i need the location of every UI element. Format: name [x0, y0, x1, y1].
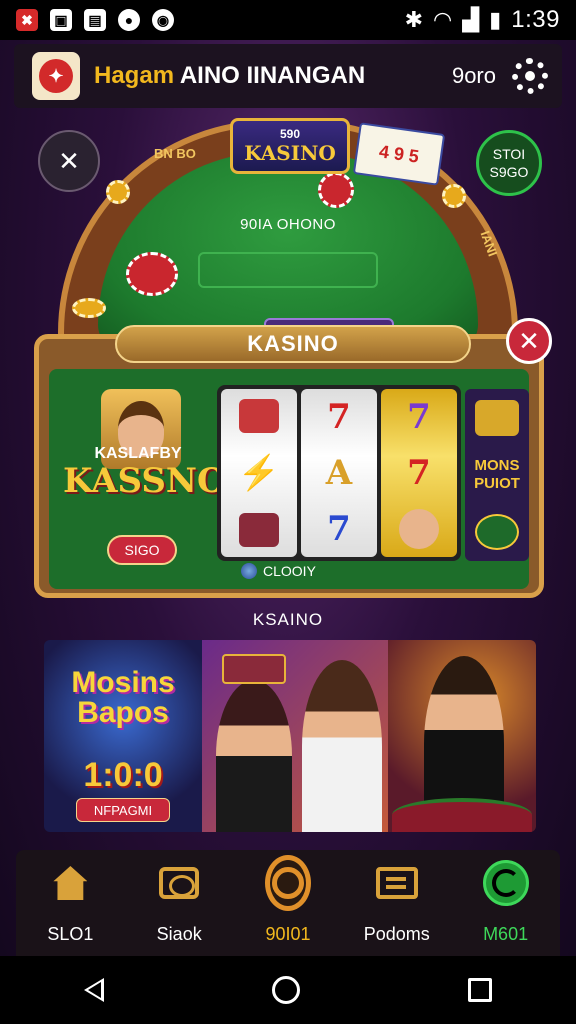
top-hat-icon: [222, 654, 286, 684]
nav-label: SLO1: [47, 924, 94, 944]
system-status: ✱ ◠ ▟ ▮ 1:39: [405, 6, 560, 34]
close-button[interactable]: ✕: [506, 318, 552, 364]
table-rim-label-right: IANI: [477, 228, 501, 259]
slot-inner: KASLAFBY KASSNO SIGO ⚡ 7 A 7 7 7 MONS PU…: [49, 369, 529, 589]
crown-symbol-icon: [239, 399, 279, 433]
tools-button[interactable]: ✕: [38, 130, 100, 192]
close-icon: ✕: [518, 325, 540, 356]
app-header: ✦ Hagam AINO IINANGAN 9oro: [14, 44, 562, 108]
kasino-badge[interactable]: 590 KASINO: [230, 118, 350, 174]
reel-symbol: ⚡: [237, 453, 281, 493]
section-title: KSAINO: [252, 610, 324, 629]
app-title: Hagam AINO IINANGAN: [94, 62, 366, 89]
recent-apps-icon[interactable]: [468, 978, 492, 1002]
gear-icon[interactable]: [512, 58, 548, 94]
bottom-navigation: SLO1 Siaok 90I01 Podoms M601: [16, 850, 560, 956]
reel-symbol: A: [325, 453, 353, 493]
battery-icon: ▮: [489, 7, 502, 32]
wrench-icon: ✕: [58, 145, 80, 176]
signal-icon: ▟: [462, 7, 480, 32]
treasure-icon: [475, 399, 519, 436]
character-symbol-icon: [399, 509, 439, 549]
dealer-image: [216, 680, 292, 832]
promo-button[interactable]: SIGO: [107, 535, 177, 565]
nav-item-refresh[interactable]: M601: [456, 860, 556, 945]
table-felt-text: 90IA OHONO: [240, 216, 336, 233]
game-card-bonus[interactable]: Mosins Bapos 1:0:0 NFPAGMI: [44, 640, 202, 832]
slot-title: KASINO: [115, 325, 471, 363]
gold-chip-icon: [106, 180, 130, 204]
slot-status: CLOOIY: [241, 563, 316, 579]
wifi-icon: ◠: [433, 7, 453, 32]
clock: 1:39: [511, 6, 560, 33]
refresh-icon: [482, 860, 529, 906]
roulette-table: [392, 798, 532, 832]
bonus-label: MONS PUIOT: [474, 456, 520, 492]
nav-label: 90I01: [265, 924, 311, 944]
nav-label: Podoms: [363, 924, 430, 944]
reel-symbol: 7: [407, 453, 431, 493]
nav-item-box[interactable]: Siaok: [129, 860, 229, 945]
back-icon[interactable]: [84, 978, 104, 1002]
reel-2: 7 A 7: [301, 389, 377, 557]
game-play-button[interactable]: NFPAGMI: [76, 798, 170, 822]
bluetooth-icon: ✱: [404, 7, 424, 32]
image-icon: ▣: [50, 9, 72, 31]
screen: ✖ ▣ ▤ ● ◉ ✱ ◠ ▟ ▮ 1:39 ✦ Hagam AINO IINA…: [0, 0, 576, 1024]
reel-symbol: 7: [327, 397, 351, 437]
reel-3: 7 7: [381, 389, 457, 557]
card-icon: [375, 867, 418, 899]
games-carousel: Mosins Bapos 1:0:0 NFPAGMI: [44, 640, 536, 832]
notification-icons: ✖ ▣ ▤ ● ◉: [16, 9, 174, 31]
bonus-column[interactable]: MONS PUIOT: [465, 389, 529, 561]
dragon-icon: ✦: [39, 59, 73, 93]
reel-1: ⚡: [221, 389, 297, 557]
reel-symbol: 7: [327, 509, 351, 549]
promo-title: KASSNO: [63, 461, 227, 501]
nav-label: M601: [483, 924, 529, 944]
center-icon: [264, 855, 311, 911]
promo-card[interactable]: KASLAFBY KASSNO SIGO: [63, 389, 227, 569]
home-circle-icon[interactable]: [272, 976, 300, 1004]
game-card-roulette[interactable]: [388, 640, 536, 832]
game-counter: 1:0:0: [83, 756, 163, 794]
status-bar: ✖ ▣ ▤ ● ◉ ✱ ◠ ▟ ▮ 1:39: [0, 0, 576, 40]
box-icon: [159, 867, 200, 899]
globe-icon: [241, 563, 257, 579]
chest-symbol-icon: [239, 513, 279, 547]
balance-label: 9oro: [451, 63, 496, 88]
chip-stack-icon: [318, 172, 354, 208]
nav-label: Siaok: [156, 924, 202, 944]
photo-icon: ▤: [84, 9, 106, 31]
app-logo[interactable]: ✦: [32, 52, 80, 100]
slot-machine-panel: KASINO KASLAFBY KASSNO SIGO ⚡ 7 A 7 7 7 …: [34, 325, 544, 598]
reel-symbol: 7: [407, 397, 431, 437]
roulette-icon: [475, 514, 519, 551]
gold-coin-icon: [72, 298, 106, 318]
nav-item-cards[interactable]: Podoms: [347, 860, 447, 945]
dealer-image: [302, 660, 382, 832]
nav-item-home[interactable]: SLO1: [20, 860, 120, 945]
settings-dot-icon: ◉: [152, 9, 174, 31]
nav-item-center[interactable]: 90I01: [238, 855, 338, 945]
slot-reels[interactable]: ⚡ 7 A 7 7 7: [217, 385, 461, 561]
chat-icon: ●: [118, 9, 140, 31]
chip-pile-icon: [126, 252, 178, 296]
home-icon: [53, 866, 88, 900]
game-card-dealers[interactable]: [202, 640, 388, 832]
stop-button[interactable]: STOI S9GO: [476, 130, 542, 196]
game-title: Mosins Bapos: [71, 666, 175, 729]
gold-chip-icon: [442, 184, 466, 208]
app-notification-icon: ✖: [16, 9, 38, 31]
table-bet-area[interactable]: [198, 252, 378, 288]
system-navigation-bar: [0, 956, 576, 1024]
table-rim-label-left: BN BO: [154, 146, 196, 161]
